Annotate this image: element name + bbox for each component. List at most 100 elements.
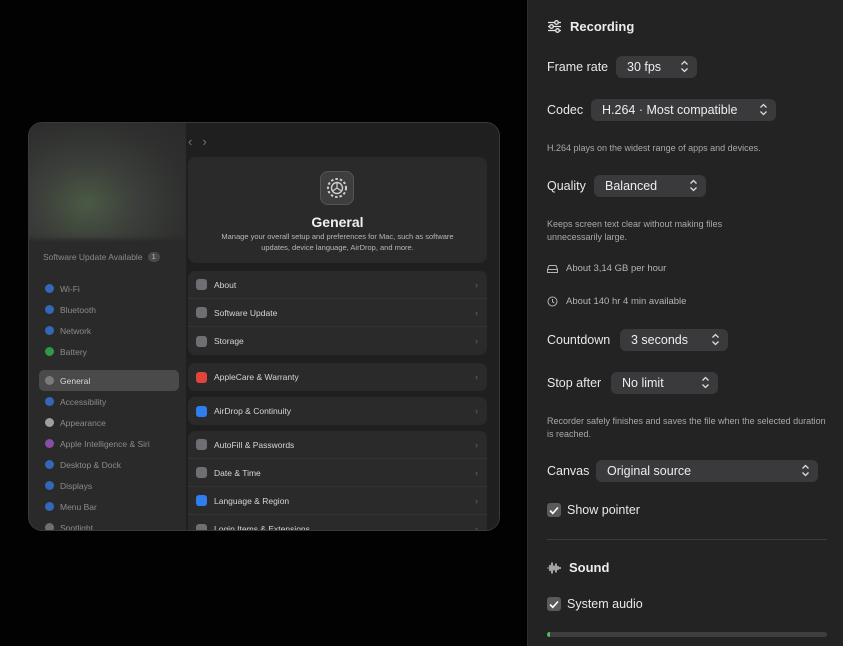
settings-pane-icon: [196, 279, 207, 290]
countdown-select[interactable]: 3 seconds: [620, 329, 728, 351]
software-update-label: Software Update Available: [43, 252, 143, 262]
frame-rate-value: 30 fps: [627, 60, 662, 74]
general-description: Manage your overall setup and preference…: [221, 232, 454, 252]
settings-main: ‹ › General Manage your overall setup and…: [186, 123, 499, 531]
file-size-text: About 3,14 GB per hour: [566, 263, 667, 274]
settings-pane-icon: [45, 347, 54, 356]
show-pointer-checkbox[interactable]: Show pointer: [547, 503, 640, 517]
settings-group: AppleCare & Warranty ›: [188, 363, 487, 391]
stop-after-label: Stop after: [547, 376, 602, 390]
settings-row-about[interactable]: About ›: [188, 271, 487, 299]
sidebar-item-label: Bluetooth: [60, 304, 96, 315]
clock-icon: [547, 296, 558, 307]
system-settings-window: Software Update Available 1 Wi-Fi Bluetoo…: [28, 122, 500, 531]
settings-pane-icon: [45, 376, 54, 385]
settings-pane-icon: [196, 307, 207, 318]
section-divider: [547, 539, 827, 540]
sidebar-item-apple-intelligence-siri[interactable]: Apple Intelligence & Siri: [39, 433, 179, 454]
settings-row-label: Login Items & Extensions: [214, 524, 310, 531]
settings-pane-icon: [45, 460, 54, 469]
codec-select[interactable]: H.264 · Most compatible: [591, 99, 776, 121]
update-count-badge: 1: [147, 252, 160, 262]
quality-select[interactable]: Balanced: [594, 175, 706, 197]
sidebar-item-desktop-dock[interactable]: Desktop & Dock: [39, 454, 179, 475]
sidebar-item-label: Accessibility: [60, 396, 107, 407]
settings-row-label: Language & Region: [214, 495, 290, 506]
sidebar-item-label: Spotlight: [60, 522, 94, 531]
chevron-right-icon: ›: [475, 467, 478, 478]
sidebar-item-menu-bar[interactable]: Menu Bar: [39, 496, 179, 517]
sidebar-item-wi-fi[interactable]: Wi-Fi: [39, 278, 179, 299]
chevron-right-icon: ›: [475, 439, 478, 450]
hard-drive-icon: [547, 264, 558, 273]
chevron-up-down-icon: [712, 333, 719, 346]
sidebar-item-appearance[interactable]: Appearance: [39, 412, 179, 433]
sliders-icon: [548, 20, 561, 33]
chevron-right-icon: ›: [475, 279, 478, 290]
sidebar-item-battery[interactable]: Battery: [39, 341, 179, 362]
general-header-card: General Manage your overall setup and pr…: [188, 157, 487, 263]
settings-row-software-update[interactable]: Software Update ›: [188, 299, 487, 327]
settings-pane-icon: [45, 284, 54, 293]
settings-row-login-items-extensions[interactable]: Login Items & Extensions ›: [188, 515, 487, 531]
quality-value: Balanced: [605, 179, 658, 193]
general-title: General: [311, 214, 364, 230]
countdown-label: Countdown: [547, 333, 611, 347]
quality-hint: Keeps screen text clear without making f…: [547, 219, 723, 242]
settings-row-label: Storage: [214, 336, 244, 346]
checkmark-icon: [547, 597, 561, 611]
settings-row-storage[interactable]: Storage ›: [188, 327, 487, 355]
chevron-right-icon: ›: [475, 524, 478, 531]
chevron-right-icon: ›: [475, 307, 478, 318]
codec-label: Codec: [547, 103, 584, 117]
chevron-up-down-icon: [702, 376, 709, 389]
system-audio-label: System audio: [567, 597, 643, 611]
settings-group: AirDrop & Continuity ›: [188, 397, 487, 425]
stop-after-select[interactable]: No limit: [611, 372, 718, 394]
sidebar-item-displays[interactable]: Displays: [39, 475, 179, 496]
gear-icon: [320, 171, 354, 205]
settings-pane-icon: [196, 495, 207, 506]
waveform-icon: [547, 561, 561, 574]
settings-row-autofill-passwords[interactable]: AutoFill & Passwords ›: [188, 431, 487, 459]
settings-row-airdrop-continuity[interactable]: AirDrop & Continuity ›: [188, 397, 487, 425]
sidebar-item-label: Desktop & Dock: [60, 459, 121, 470]
canvas-select[interactable]: Original source: [596, 460, 818, 482]
sidebar-item-spotlight[interactable]: Spotlight: [39, 517, 179, 531]
sound-section-header: Sound: [547, 560, 609, 575]
show-pointer-label: Show pointer: [567, 503, 640, 517]
sound-title: Sound: [569, 560, 610, 575]
settings-pane-icon: [45, 397, 54, 406]
settings-pane-icon: [196, 467, 207, 478]
settings-pane-icon: [45, 418, 54, 427]
sidebar-item-network[interactable]: Network: [39, 320, 179, 341]
settings-row-label: About: [214, 279, 237, 290]
settings-row-label: AirDrop & Continuity: [214, 406, 292, 416]
sidebar-item-label: Displays: [60, 480, 93, 491]
recording-preview: Software Update Available 1 Wi-Fi Bluetoo…: [0, 0, 527, 646]
chevron-right-icon: ›: [475, 372, 478, 382]
sidebar-item-bluetooth[interactable]: Bluetooth: [39, 299, 179, 320]
sidebar-item-general[interactable]: General: [39, 370, 179, 391]
settings-pane-icon: [196, 371, 207, 383]
sidebar-item-label: Apple Intelligence & Siri: [60, 438, 150, 449]
sidebar-item-label: Battery: [60, 346, 87, 357]
recording-section-header: Recording: [547, 19, 634, 34]
countdown-value: 3 seconds: [631, 333, 688, 347]
sidebar-item-label: Network: [60, 325, 92, 336]
system-audio-checkbox[interactable]: System audio: [547, 597, 643, 611]
sidebar-item-label: Menu Bar: [60, 501, 97, 512]
settings-row-applecare-warranty[interactable]: AppleCare & Warranty ›: [188, 363, 487, 391]
time-available-text: About 140 hr 4 min available: [566, 296, 687, 307]
chevron-right-icon: ›: [475, 406, 478, 416]
back-arrow-icon: ‹: [188, 134, 203, 149]
settings-pane-icon: [45, 326, 54, 335]
sidebar-item-label: Appearance: [60, 417, 106, 428]
settings-row-language-region[interactable]: Language & Region ›: [188, 487, 487, 515]
sidebar-item-accessibility[interactable]: Accessibility: [39, 391, 179, 412]
recording-settings-panel: Recording Frame rate 30 fps Codec H.264 …: [527, 0, 843, 646]
frame-rate-select[interactable]: 30 fps: [616, 56, 697, 78]
settings-pane-icon: [196, 335, 207, 347]
settings-row-date-time[interactable]: Date & Time ›: [188, 459, 487, 487]
